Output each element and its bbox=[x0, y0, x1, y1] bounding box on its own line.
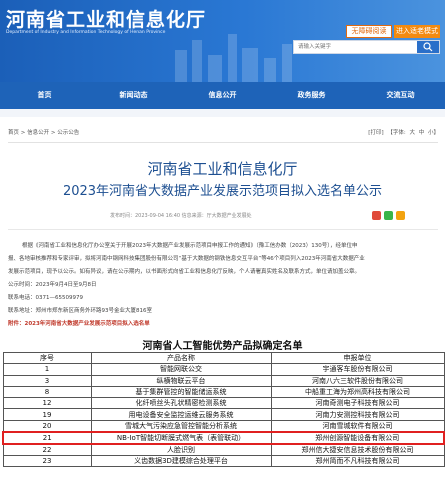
site-title[interactable]: 河南省工业和信息化厅 bbox=[6, 5, 206, 32]
share-icons bbox=[372, 211, 405, 220]
contact-phone: 联系电话：0371—65509979 bbox=[8, 295, 83, 301]
cell-index: 8 bbox=[2, 385, 92, 399]
header-product: 产品名称 bbox=[90, 351, 272, 365]
table-row: 23 义齿数据3D建模综合处理平台 郑州简而不凡科技有限公司 bbox=[2, 454, 445, 468]
main-nav: 首页 新闻动态 信息公开 政务服务 交流互动 bbox=[0, 82, 445, 109]
product-list-table: 序号 产品名称 申报单位 1 智能网联公交 宇通客车股份有限公司 3 纵横物联云平台 河南… bbox=[2, 351, 445, 468]
print-font-bar: [打印] 【字体: 大 中 小】 bbox=[366, 128, 439, 136]
cell-product: 基于集群管控的智能储运系统 bbox=[90, 385, 272, 399]
divider bbox=[8, 229, 438, 230]
body-line: 根据《河南省工业和信息化厅办公室关于开展2023年大数据产业发展示范项目申报工作… bbox=[22, 243, 358, 249]
print-link[interactable]: [打印] bbox=[368, 130, 383, 136]
search-box bbox=[293, 40, 440, 54]
contact-address: 联系地址：郑州市郑东新区商务外环路93号金业大厦816室 bbox=[8, 308, 152, 314]
table-title: 河南省人工智能优势产品拟确定名单 bbox=[142, 341, 303, 352]
table-row: 19 用电设备安全监控运维云服务系统 河南力安测控科技有限公司 bbox=[2, 408, 445, 421]
cell-product: 智能网联公交 bbox=[90, 363, 272, 376]
cell-company: 河南奇测电子科技有限公司 bbox=[270, 397, 445, 410]
font-small-link[interactable]: 小】 bbox=[428, 130, 439, 136]
table-row: 12 化纤喷丝头孔状精密检测系统 河南奇测电子科技有限公司 bbox=[2, 397, 445, 410]
cell-company: 河南八六三软件股份有限公司 bbox=[270, 374, 445, 387]
nav-item-news[interactable]: 新闻动态 bbox=[89, 82, 178, 109]
font-large-link[interactable]: 大 bbox=[409, 130, 415, 136]
cell-index: 21 bbox=[2, 430, 92, 445]
cell-index: 3 bbox=[2, 374, 92, 387]
breadcrumb[interactable]: 首页 > 信息公开 > 公示公告 bbox=[8, 128, 79, 136]
cell-product: NB-IoT智能切断膜式燃气表（表管联动） bbox=[90, 430, 272, 445]
nav-subbar bbox=[0, 109, 445, 117]
header-company: 申报单位 bbox=[270, 351, 445, 365]
cell-company: 河南雪城软件有限公司 bbox=[270, 419, 445, 433]
font-size-label: 【字体: bbox=[387, 130, 406, 136]
accessible-reading-button[interactable]: 无障碍阅读 bbox=[346, 25, 392, 38]
search-button[interactable] bbox=[417, 41, 439, 53]
skyline-decoration bbox=[175, 34, 292, 82]
cell-company: 郑州简而不凡科技有限公司 bbox=[270, 454, 445, 468]
divider bbox=[8, 142, 438, 143]
article-title-line2: 2023年河南省大数据产业发展示范项目拟入选名单公示 bbox=[62, 184, 383, 199]
cell-company: 郑州创源智能设备有限公司 bbox=[270, 430, 445, 445]
nav-item-interaction[interactable]: 交流互动 bbox=[356, 82, 445, 109]
table-row: 21 NB-IoT智能切断膜式燃气表（表管联动） 郑州创源智能设备有限公司 bbox=[2, 430, 445, 445]
cell-company: 郑州信大捷安信息技术股份有限公司 bbox=[270, 443, 445, 456]
notice-period: 公示时间：2023年9月4日至9月8日 bbox=[8, 282, 97, 288]
cell-product: 纵横物联云平台 bbox=[90, 374, 272, 387]
cell-product: 义齿数据3D建模综合处理平台 bbox=[90, 454, 272, 468]
elder-mode-button[interactable]: 进入适老模式 bbox=[394, 25, 440, 38]
article-body: 根据《河南省工业和信息化厅办公室关于开展2023年大数据产业发展示范项目申报工作… bbox=[8, 240, 438, 331]
weibo-share-icon[interactable] bbox=[372, 211, 381, 220]
search-input[interactable] bbox=[298, 41, 416, 53]
cell-index: 23 bbox=[2, 454, 92, 468]
body-line: 报、各地审核推荐和专家评审，拟将河南中钢网科技集团股份有限公司“基于大数据的钢铁… bbox=[8, 256, 365, 262]
qzone-share-icon[interactable] bbox=[396, 211, 405, 220]
font-medium-link[interactable]: 中 bbox=[419, 130, 425, 136]
cell-company: 河南力安测控科技有限公司 bbox=[270, 408, 445, 421]
table-row: 20 雪城大气污染应急管控智能分析系统 河南雪城软件有限公司 bbox=[2, 419, 445, 433]
article-meta: 发布时间：2023-09-04 16:40 信息来源：厅大数据产业发展处 bbox=[110, 213, 252, 219]
cell-company: 中船重工海为郑州高科技有限公司 bbox=[270, 385, 445, 399]
cell-index: 22 bbox=[2, 443, 92, 456]
table-row: 22 人脸识别 郑州信大捷安信息技术股份有限公司 bbox=[2, 443, 445, 456]
cell-product: 雪城大气污染应急管控智能分析系统 bbox=[90, 419, 272, 433]
table-row: 3 纵横物联云平台 河南八六三软件股份有限公司 bbox=[2, 374, 445, 387]
cell-company: 宇通客车股份有限公司 bbox=[270, 363, 445, 376]
cell-product: 化纤喷丝头孔状精密检测系统 bbox=[90, 397, 272, 410]
nav-item-gov-service[interactable]: 政务服务 bbox=[267, 82, 356, 109]
header-index: 序号 bbox=[2, 351, 92, 365]
article-title-line1: 河南省工业和信息化厅 bbox=[147, 160, 298, 178]
cell-product: 人脸识别 bbox=[90, 443, 272, 456]
table-header-row: 序号 产品名称 申报单位 bbox=[2, 351, 445, 365]
site-subtitle: Department of Industry and Information T… bbox=[6, 30, 166, 35]
wechat-share-icon[interactable] bbox=[384, 211, 393, 220]
cell-product: 用电设备安全监控运维云服务系统 bbox=[90, 408, 272, 421]
search-icon bbox=[423, 42, 433, 52]
nav-item-home[interactable]: 首页 bbox=[0, 82, 89, 109]
cell-index: 20 bbox=[2, 419, 92, 433]
cell-index: 1 bbox=[2, 363, 92, 376]
table-row: 1 智能网联公交 宇通客车股份有限公司 bbox=[2, 363, 445, 376]
site-header: 河南省工业和信息化厅 Department of Industry and In… bbox=[0, 0, 445, 82]
cell-index: 19 bbox=[2, 408, 92, 421]
cell-index: 12 bbox=[2, 397, 92, 410]
table-row: 8 基于集群管控的智能储运系统 中船重工海为郑州高科技有限公司 bbox=[2, 385, 445, 399]
nav-item-info-public[interactable]: 信息公开 bbox=[178, 82, 267, 109]
body-line: 发展示范项目，现予以公示。如有异议，请在公示期内，以书面形式向省工业和信息化厅反… bbox=[8, 269, 361, 275]
attachment-link[interactable]: 附件：2023年河南省大数据产业发展示范项目拟入选名单 bbox=[8, 318, 438, 331]
